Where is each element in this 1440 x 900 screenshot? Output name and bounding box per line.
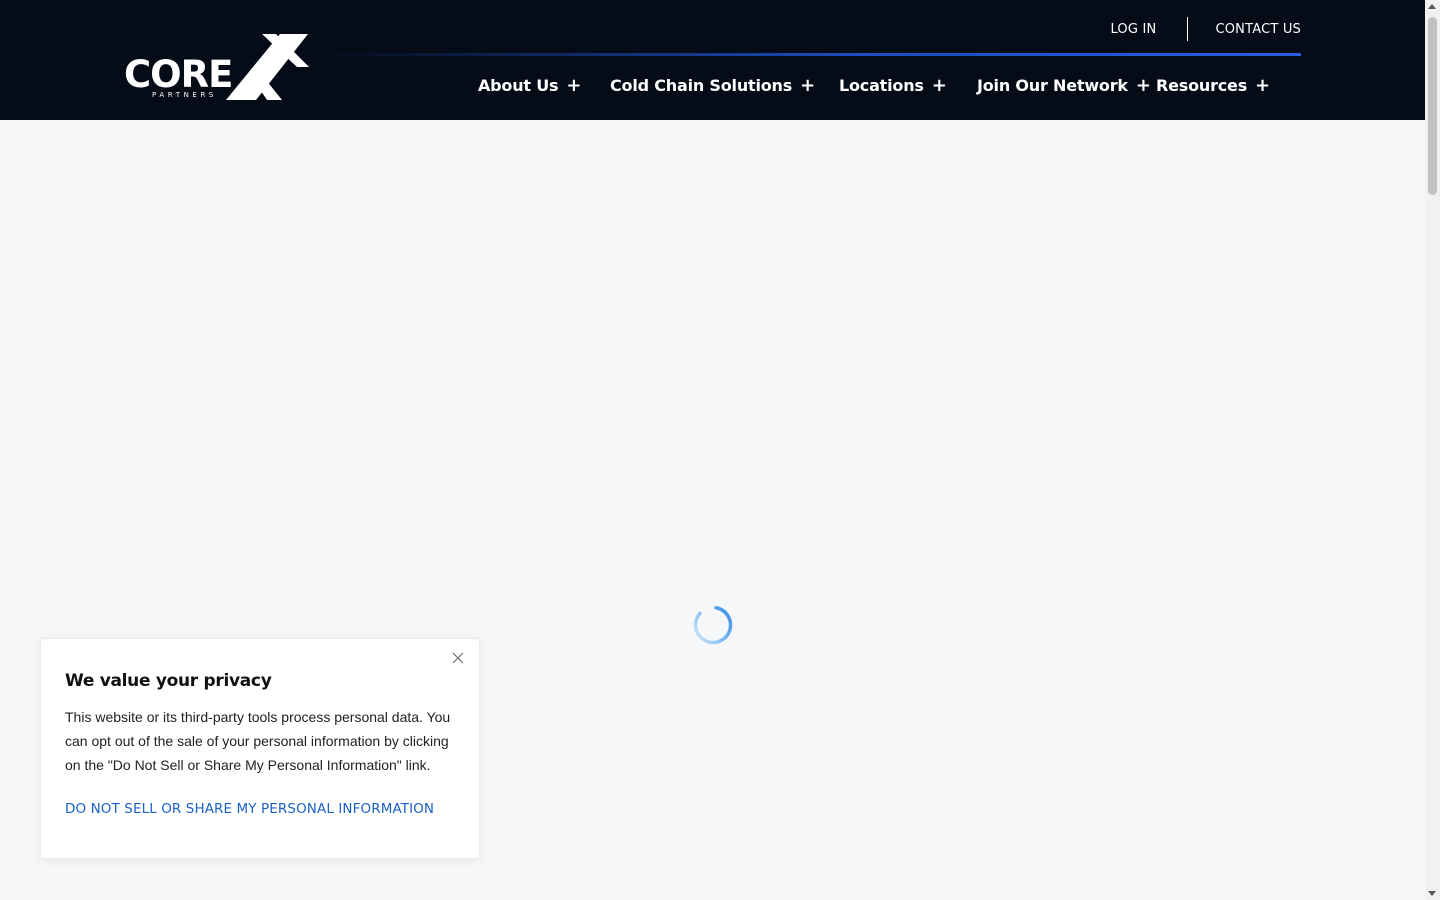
nav-item-label: Cold Chain Solutions [610,76,793,95]
utility-bar: LOG IN CONTACT US [1110,17,1301,41]
nav-item-label: Locations [839,76,924,95]
site-header: CORE PARTNERS LOG IN CONTACT US About Us… [0,0,1425,120]
login-link[interactable]: LOG IN [1110,22,1156,37]
scroll-down-icon[interactable] [1428,891,1436,896]
logo[interactable]: CORE PARTNERS [124,34,314,104]
plus-icon[interactable]: + [1255,76,1270,95]
close-icon[interactable] [451,651,465,665]
nav-item-label: About Us [478,76,559,95]
scroll-up-icon[interactable] [1428,4,1436,9]
scrollbar-thumb[interactable] [1428,17,1437,195]
nav-item-label: Resources [1156,76,1248,95]
nav-accent-line [320,53,1301,56]
nav-item-label: Join Our Network [977,76,1128,95]
page-scrollbar[interactable] [1425,0,1440,900]
plus-icon[interactable]: + [932,76,947,95]
nav-item-join-our-network[interactable]: Join Our Network + [977,76,1151,95]
plus-icon[interactable]: + [1136,76,1151,95]
nav-item-locations[interactable]: Locations + [839,76,947,95]
privacy-title: We value your privacy [65,671,272,691]
logo-subtitle: PARTNERS [152,91,217,99]
plus-icon[interactable]: + [800,76,815,95]
nav-item-cold-chain-solutions[interactable]: Cold Chain Solutions + [610,76,815,95]
logo-x-icon [226,34,309,100]
nav-item-resources[interactable]: Resources + [1156,76,1270,95]
plus-icon[interactable]: + [566,76,581,95]
privacy-body: This website or its third-party tools pr… [65,709,451,773]
nav-item-about-us[interactable]: About Us + [478,76,581,95]
privacy-banner: We value your privacy This website or it… [40,638,480,859]
logo-wordmark: CORE [124,53,233,96]
utility-divider [1187,17,1189,41]
do-not-sell-link[interactable]: DO NOT SELL OR SHARE MY PERSONAL INFORMA… [65,801,434,817]
contact-us-link[interactable]: CONTACT US [1215,22,1301,37]
spinner-icon [693,605,733,645]
